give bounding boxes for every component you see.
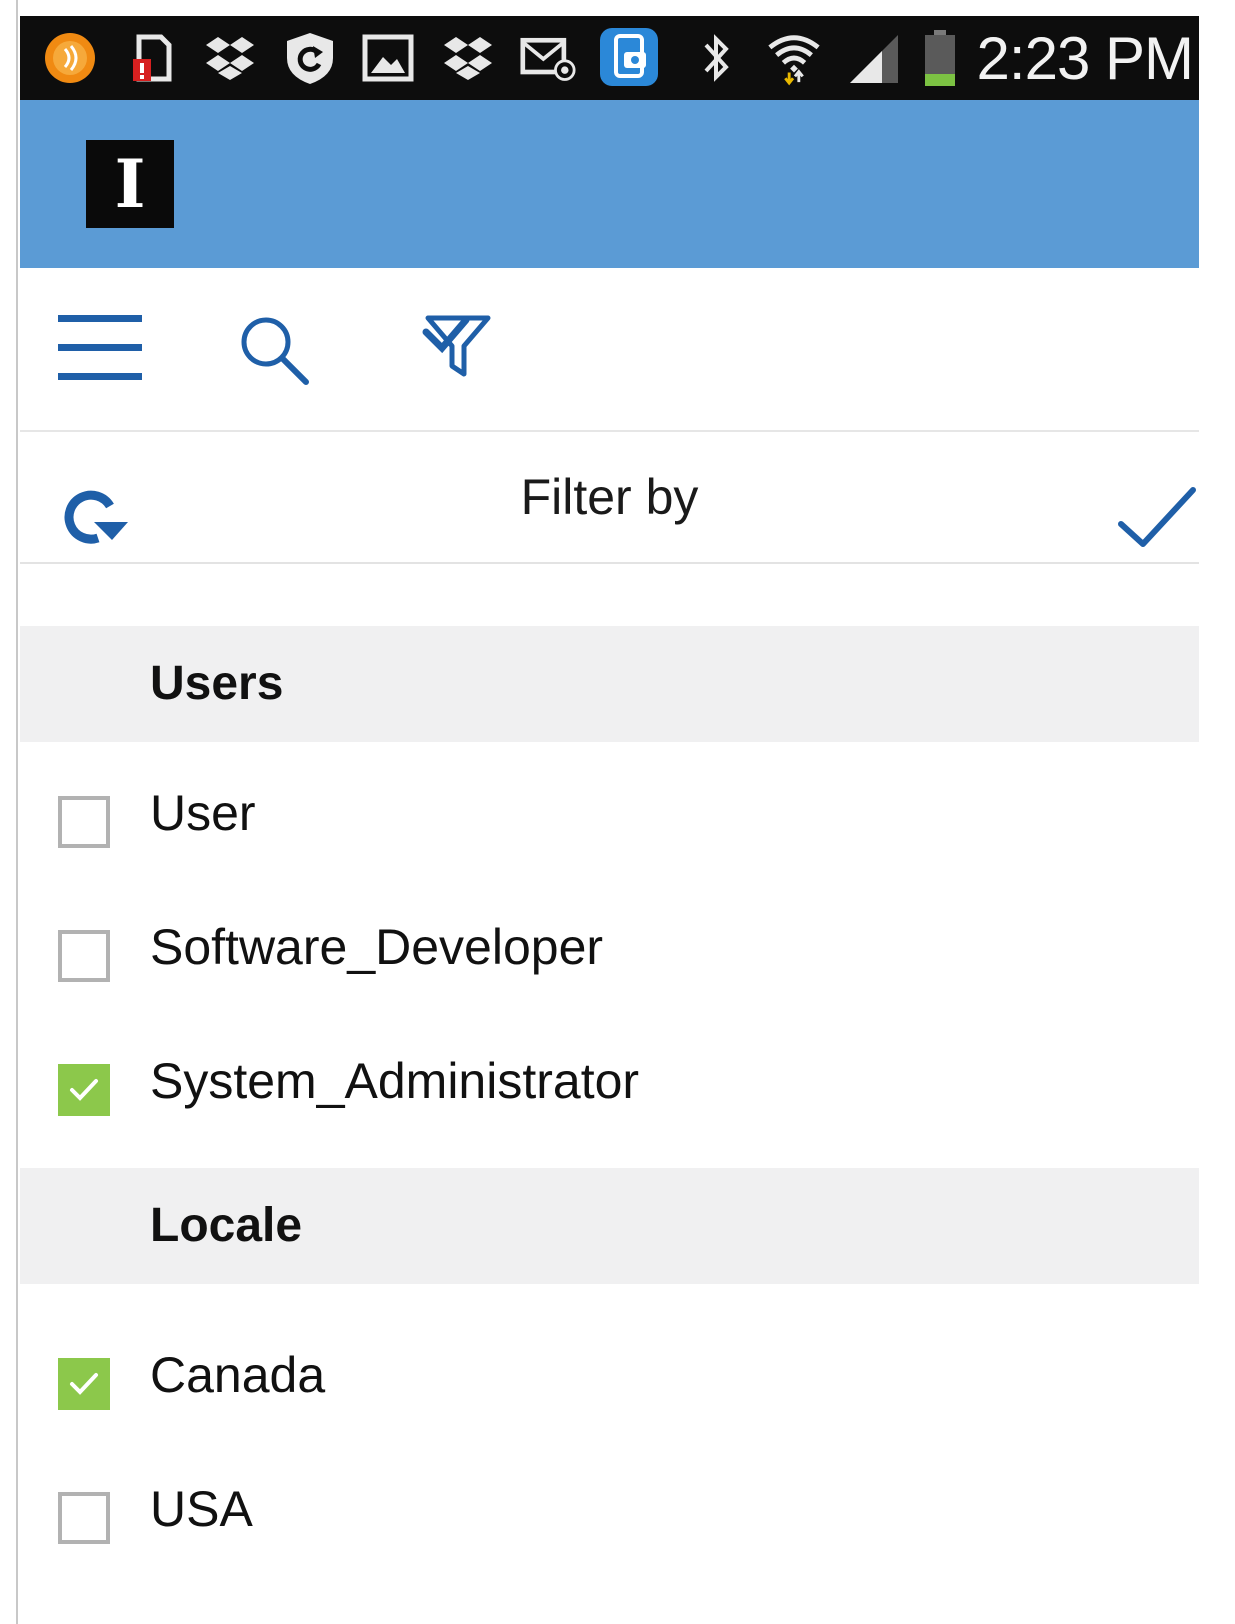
filter-option-label: USA (150, 1481, 253, 1537)
menu-icon[interactable] (56, 308, 144, 388)
email-icon (520, 30, 576, 86)
filter-option-label: Canada (150, 1347, 326, 1403)
dropbox-icon (440, 30, 496, 86)
filter-option-canada[interactable]: Canada (20, 1306, 1199, 1426)
section-header-locale: Locale (20, 1168, 1199, 1284)
screenshot-app-icon (598, 26, 660, 88)
screen-bezel-left (0, 0, 18, 1624)
filter-check-icon[interactable] (422, 310, 494, 382)
filter-option-label: System_Administrator (150, 1053, 640, 1109)
toolbar (20, 268, 1199, 432)
dropbox-icon (202, 30, 258, 86)
checkmark-icon (70, 1373, 98, 1395)
filter-title: Filter by (520, 469, 699, 525)
filter-option-software-developer[interactable]: Software_Developer (20, 878, 1199, 998)
checkbox-checked[interactable] (58, 1358, 110, 1410)
wifi-icon (766, 30, 822, 86)
sim-alert-icon (124, 30, 180, 86)
filter-option-usa[interactable]: USA (20, 1440, 1199, 1560)
filter-option-label: Software_Developer (150, 919, 604, 975)
filter-option-system-administrator[interactable]: System_Administrator (20, 1012, 1199, 1132)
bluetooth-icon (688, 30, 744, 86)
status-time: 2:23 PM (976, 25, 1194, 92)
filter-option-label: User (150, 785, 256, 841)
checkbox[interactable] (58, 796, 110, 848)
section-title: Locale (150, 1199, 303, 1252)
filter-option-user[interactable]: User (20, 744, 1199, 864)
section-header-users: Users (20, 626, 1199, 742)
checkmark-icon (70, 1079, 98, 1101)
signal-icon (846, 30, 902, 86)
battery-icon (912, 30, 968, 86)
gallery-icon (360, 30, 416, 86)
checkbox[interactable] (58, 1492, 110, 1544)
shield-icon (282, 30, 338, 86)
status-bar: 2:23 PM (20, 16, 1199, 100)
checkbox-checked[interactable] (58, 1064, 110, 1116)
phone-screen: 2:23 PM I Filter by Users User Software_… (20, 16, 1199, 1624)
app-header-bar: I (20, 100, 1199, 268)
filter-header: Filter by (20, 432, 1199, 564)
screen-bezel-right (1199, 0, 1235, 1624)
nfc-icon (42, 30, 98, 86)
apply-filter-check-icon[interactable] (1115, 478, 1199, 562)
search-icon[interactable] (236, 312, 312, 388)
app-logo: I (86, 140, 174, 228)
section-title: Users (150, 657, 284, 710)
checkbox[interactable] (58, 930, 110, 982)
screen-bezel-top (0, 0, 1235, 16)
